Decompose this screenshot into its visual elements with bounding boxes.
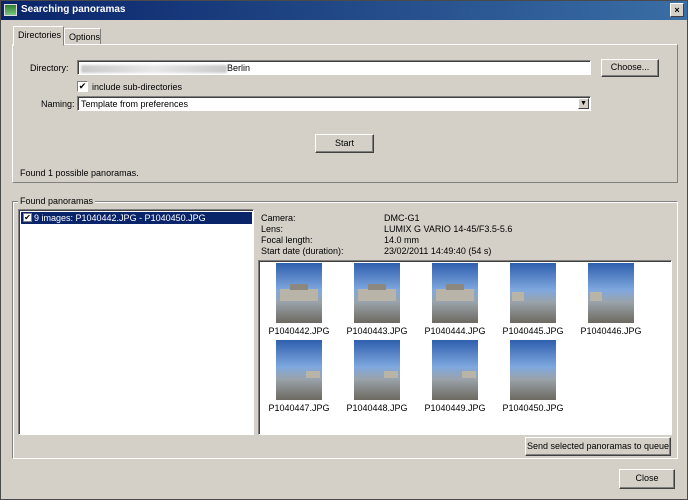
thumbnail-filename: P1040445.JPG (502, 326, 564, 336)
thumbnail-filename: P1040444.JPG (424, 326, 486, 336)
start-button[interactable]: Start (315, 134, 374, 153)
thumbnail-filename: P1040446.JPG (580, 326, 642, 336)
start-date-value: 23/02/2011 14:49:40 (54 s) (384, 246, 492, 256)
photo-thumbnail (510, 263, 556, 323)
subdirectories-label: include sub-directories (92, 82, 183, 92)
thumbnail[interactable]: P1040446.JPG (573, 263, 649, 336)
directory-label: Directory: (30, 63, 69, 73)
thumbnail-filename: P1040447.JPG (268, 403, 330, 413)
tab-directories-label: Directories (18, 30, 62, 40)
thumbnail[interactable]: P1040449.JPG (417, 340, 493, 413)
thumbnail-filename: P1040448.JPG (346, 403, 408, 413)
blurred-path (81, 64, 227, 73)
window-title: Searching panoramas (21, 4, 126, 15)
panorama-checkbox[interactable]: ✔ (23, 213, 32, 222)
chevron-down-icon[interactable]: ▼ (578, 98, 589, 109)
directory-field[interactable]: Berlin (77, 60, 591, 75)
thumbnail[interactable]: P1040450.JPG (495, 340, 571, 413)
thumbnail-filename: P1040449.JPG (424, 403, 486, 413)
thumbnail-filename: P1040442.JPG (268, 326, 330, 336)
thumbnail[interactable]: P1040442.JPG (261, 263, 337, 336)
photo-thumbnail (510, 340, 556, 400)
tab-options-label: Options (69, 32, 101, 42)
thumbnail[interactable]: P1040447.JPG (261, 340, 337, 413)
choose-directory-button[interactable]: Choose... (601, 59, 659, 77)
thumbnail[interactable]: P1040443.JPG (339, 263, 415, 336)
camera-label: Camera: (261, 213, 296, 223)
photo-thumbnail (354, 340, 400, 400)
focal-length-label: Focal length: (261, 235, 313, 245)
naming-label: Naming: (41, 99, 75, 109)
search-panoramas-dialog: Searching panoramas × Directories Option… (0, 0, 688, 500)
focal-length-value: 14.0 mm (384, 235, 420, 245)
lens-label: Lens: (261, 224, 284, 234)
status-text: Found 1 possible panoramas. (20, 168, 139, 178)
list-item[interactable]: ✔ 9 images: P1040442.JPG - P1040450.JPG (21, 212, 252, 224)
panorama-app-icon (4, 4, 17, 16)
photo-thumbnail (432, 340, 478, 400)
photo-thumbnail (276, 340, 322, 400)
naming-value: Template from preferences (81, 99, 189, 109)
thumbnail[interactable]: P1040444.JPG (417, 263, 493, 336)
tab-options[interactable]: Options (64, 28, 101, 45)
close-window-button[interactable]: × (670, 3, 684, 17)
photo-thumbnail (432, 263, 478, 323)
subdirectories-checkbox[interactable]: ✔ (77, 81, 88, 92)
send-to-queue-button[interactable]: Send selected panoramas to queue (525, 437, 671, 456)
camera-value: DMC-G1 (384, 213, 420, 223)
thumbnail-filename: P1040443.JPG (346, 326, 408, 336)
thumbnail-filename: P1040450.JPG (502, 403, 564, 413)
lens-value: LUMIX G VARIO 14-45/F3.5-5.6 (384, 224, 513, 234)
photo-thumbnail (276, 263, 322, 323)
photo-thumbnail (588, 263, 634, 323)
tab-directories[interactable]: Directories (13, 26, 64, 46)
panorama-list[interactable]: ✔ 9 images: P1040442.JPG - P1040450.JPG (18, 209, 254, 435)
title-bar[interactable]: Searching panoramas × (1, 1, 687, 20)
thumbnail[interactable]: P1040445.JPG (495, 263, 571, 336)
naming-select[interactable]: Template from preferences ▼ (77, 96, 591, 111)
photo-thumbnail (354, 263, 400, 323)
directory-value: Berlin (227, 63, 251, 73)
found-panoramas-title: Found panoramas (18, 196, 96, 206)
start-date-label: Start date (duration): (261, 246, 344, 256)
thumbnail[interactable]: P1040448.JPG (339, 340, 415, 413)
close-button[interactable]: Close (619, 469, 675, 489)
thumbnail-grid[interactable]: P1040442.JPG P1040443.JPG P1040444.JPG P… (258, 260, 672, 435)
list-item-label: 9 images: P1040442.JPG - P1040450.JPG (34, 213, 206, 223)
